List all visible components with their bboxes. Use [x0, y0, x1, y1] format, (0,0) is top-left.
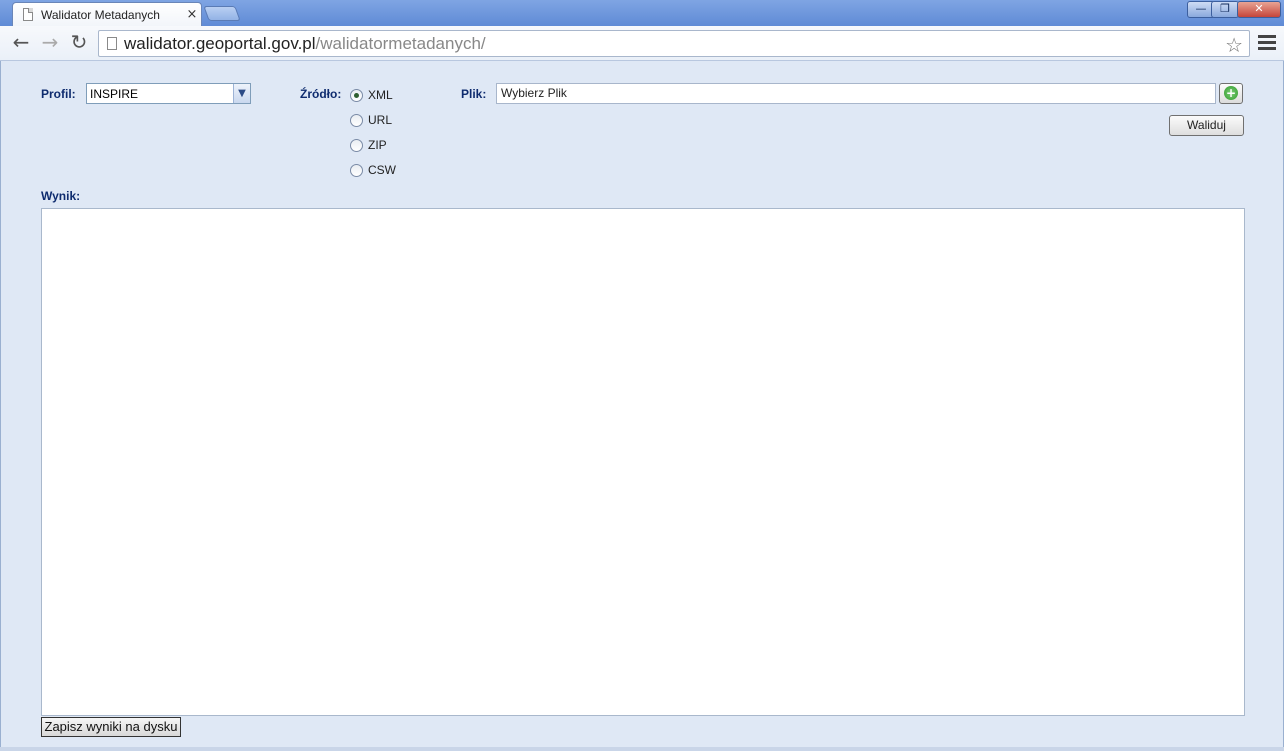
source-option-xml[interactable]: XML: [350, 88, 393, 102]
radio-zip[interactable]: [350, 138, 363, 152]
profil-select[interactable]: INSPIRE ▼: [86, 83, 251, 104]
back-arrow-icon[interactable]: ←: [8, 31, 34, 55]
page-icon: [23, 8, 33, 21]
url-host: walidator.geoportal.gov.pl: [124, 33, 316, 53]
chevron-down-icon[interactable]: ▼: [233, 84, 250, 103]
plus-icon: +: [1224, 86, 1238, 100]
wynik-label: Wynik:: [41, 189, 81, 203]
window-bottom-edge: [0, 747, 1284, 751]
radio-label-xml: XML: [368, 88, 393, 102]
validate-button[interactable]: Waliduj: [1169, 115, 1244, 136]
add-file-button[interactable]: +: [1219, 83, 1243, 104]
browser-tab[interactable]: Walidator Metadanych ×: [12, 2, 202, 26]
plik-label: Plik:: [461, 87, 487, 101]
page-icon: [107, 37, 117, 50]
forward-arrow-icon[interactable]: →: [37, 31, 63, 55]
reload-icon[interactable]: ↻: [66, 31, 92, 55]
file-input[interactable]: Wybierz Plik: [496, 83, 1216, 104]
window-titlebar: Walidator Metadanych × — ❐ ✕: [0, 0, 1284, 26]
tab-close-icon[interactable]: ×: [183, 7, 201, 22]
url-path: /walidatormetadanych/: [315, 33, 486, 53]
radio-url[interactable]: [350, 113, 363, 127]
radio-label-zip: ZIP: [368, 138, 387, 152]
source-option-zip[interactable]: ZIP: [350, 138, 387, 152]
browser-toolbar: ← → ↻ walidator.geoportal.gov.pl/walidat…: [0, 26, 1284, 61]
source-option-url[interactable]: URL: [350, 113, 392, 127]
menu-icon[interactable]: [1258, 35, 1276, 51]
close-window-button[interactable]: ✕: [1237, 1, 1281, 18]
zrodlo-label: Źródło:: [300, 87, 342, 101]
radio-xml[interactable]: [350, 88, 363, 102]
restore-button[interactable]: ❐: [1211, 1, 1239, 18]
profil-label: Profil:: [41, 87, 76, 101]
save-results-button[interactable]: Zapisz wyniki na dysku: [41, 717, 181, 737]
tab-title: Walidator Metadanych: [41, 7, 160, 22]
page-content: Profil: INSPIRE ▼ Źródło: XML URL ZIP CS…: [0, 61, 1284, 747]
result-textarea[interactable]: [41, 208, 1245, 716]
source-option-csw[interactable]: CSW: [350, 163, 396, 177]
radio-csw[interactable]: [350, 163, 363, 177]
profil-select-value: INSPIRE: [90, 87, 139, 101]
address-bar[interactable]: walidator.geoportal.gov.pl/walidatormeta…: [98, 30, 1250, 57]
new-tab-button[interactable]: [203, 6, 241, 21]
radio-label-url: URL: [368, 113, 393, 127]
bookmark-star-icon[interactable]: ☆: [1225, 33, 1243, 57]
radio-label-csw: CSW: [368, 163, 396, 177]
